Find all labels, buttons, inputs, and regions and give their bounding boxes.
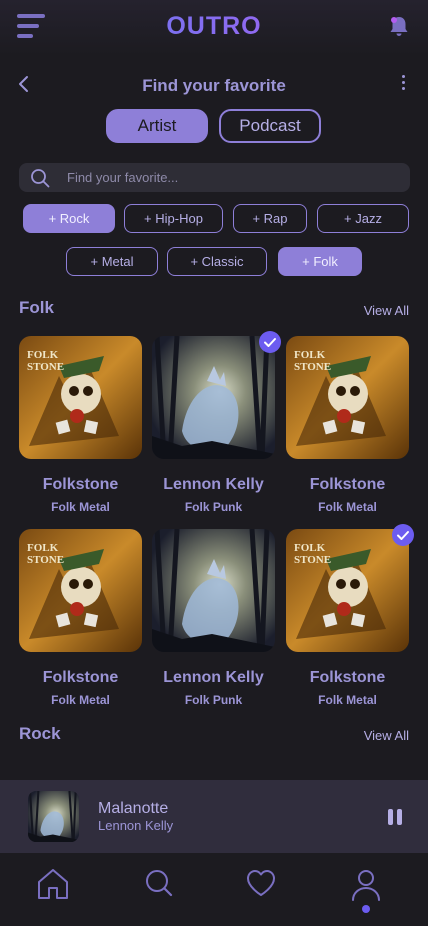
folkstone-cover-image: FOLK STONE — [19, 529, 142, 652]
more-options-icon[interactable] — [402, 75, 406, 91]
genre-chip-classic[interactable]: + Classic — [167, 247, 267, 276]
folkstone-cover-image: FOLK STONE — [19, 336, 142, 459]
artist-name: Folkstone — [42, 669, 119, 686]
search-input[interactable] — [67, 163, 387, 192]
artist-genre: Folk Punk — [184, 693, 243, 707]
artist-name: Lennon Kelly — [163, 669, 264, 686]
genre-chip-hip-hop[interactable]: + Hip-Hop — [124, 204, 223, 233]
artist-genre: Folk Metal — [51, 693, 110, 707]
svg-text:FOLK: FOLK — [294, 349, 326, 361]
svg-text:STONE: STONE — [294, 361, 331, 373]
bell-icon[interactable] — [388, 15, 410, 37]
artist-name: Lennon Kelly — [163, 476, 264, 493]
artist-name: Folkstone — [309, 476, 386, 493]
artist-card[interactable]: FOLK STONE Folkstone Folk Metal — [19, 529, 142, 707]
now-playing-artist: Lennon Kelly — [98, 818, 174, 833]
search-tab-icon[interactable] — [144, 868, 174, 898]
now-playing-title: Malanotte — [98, 800, 169, 817]
svg-text:FOLK: FOLK — [27, 349, 59, 361]
section-title-folk: Folk — [19, 298, 54, 317]
now-playing-cover-image — [28, 791, 79, 842]
artist-card[interactable]: FOLK STONE Folkstone Folk Metal — [286, 529, 409, 707]
home-icon[interactable] — [36, 868, 70, 900]
artist-card[interactable]: FOLK STONE Folkstone Folk Metal — [286, 336, 409, 514]
folkstone-cover-image: FOLK STONE — [286, 336, 409, 459]
rock-view-all-link[interactable]: View All — [364, 728, 409, 743]
artist-card[interactable]: Lennon Kelly Folk Punk — [152, 336, 275, 514]
top-bar: OUTRO — [0, 0, 428, 56]
svg-text:STONE: STONE — [27, 554, 64, 566]
app-logo: OUTRO — [0, 12, 428, 41]
artist-genre: Folk Metal — [51, 500, 110, 514]
artist-name: Folkstone — [42, 476, 119, 493]
lennon-kelly-cover-image — [152, 336, 275, 459]
genre-chip-metal[interactable]: + Metal — [66, 247, 158, 276]
section-title-rock: Rock — [19, 724, 61, 743]
selected-check-icon — [259, 331, 281, 353]
svg-text:STONE: STONE — [27, 361, 64, 373]
genre-chip-jazz[interactable]: + Jazz — [317, 204, 409, 233]
artist-card[interactable]: FOLK STONE Folkstone Folk Metal — [19, 336, 142, 514]
tab-podcast[interactable]: Podcast — [219, 109, 321, 143]
folkstone-cover-image: FOLK STONE — [286, 529, 409, 652]
genre-chip-rock[interactable]: + Rock — [23, 204, 115, 233]
page-title: Find your favorite — [142, 76, 286, 95]
search-icon — [31, 169, 50, 188]
heart-icon[interactable] — [245, 868, 277, 898]
svg-text:STONE: STONE — [294, 554, 331, 566]
genre-chip-rap[interactable]: + Rap — [233, 204, 307, 233]
genre-chip-folk[interactable]: + Folk — [278, 247, 362, 276]
search-bar — [19, 163, 410, 192]
svg-text:FOLK: FOLK — [294, 542, 326, 554]
artist-genre: Folk Punk — [184, 500, 243, 514]
svg-text:FOLK: FOLK — [27, 542, 59, 554]
profile-icon[interactable] — [350, 868, 382, 902]
selected-check-icon — [392, 524, 414, 546]
tab-artist[interactable]: Artist — [106, 109, 208, 143]
artist-card[interactable]: Lennon Kelly Folk Punk — [152, 529, 275, 707]
active-tab-indicator — [362, 905, 370, 913]
bottom-tab-bar — [0, 853, 428, 926]
artist-genre: Folk Metal — [318, 693, 377, 707]
pause-icon[interactable] — [388, 809, 402, 825]
artist-name: Folkstone — [309, 669, 386, 686]
artist-genre: Folk Metal — [318, 500, 377, 514]
now-playing-bar[interactable]: Malanotte Lennon Kelly — [0, 780, 428, 853]
folk-view-all-link[interactable]: View All — [364, 303, 409, 318]
lennon-kelly-cover-image — [152, 529, 275, 652]
